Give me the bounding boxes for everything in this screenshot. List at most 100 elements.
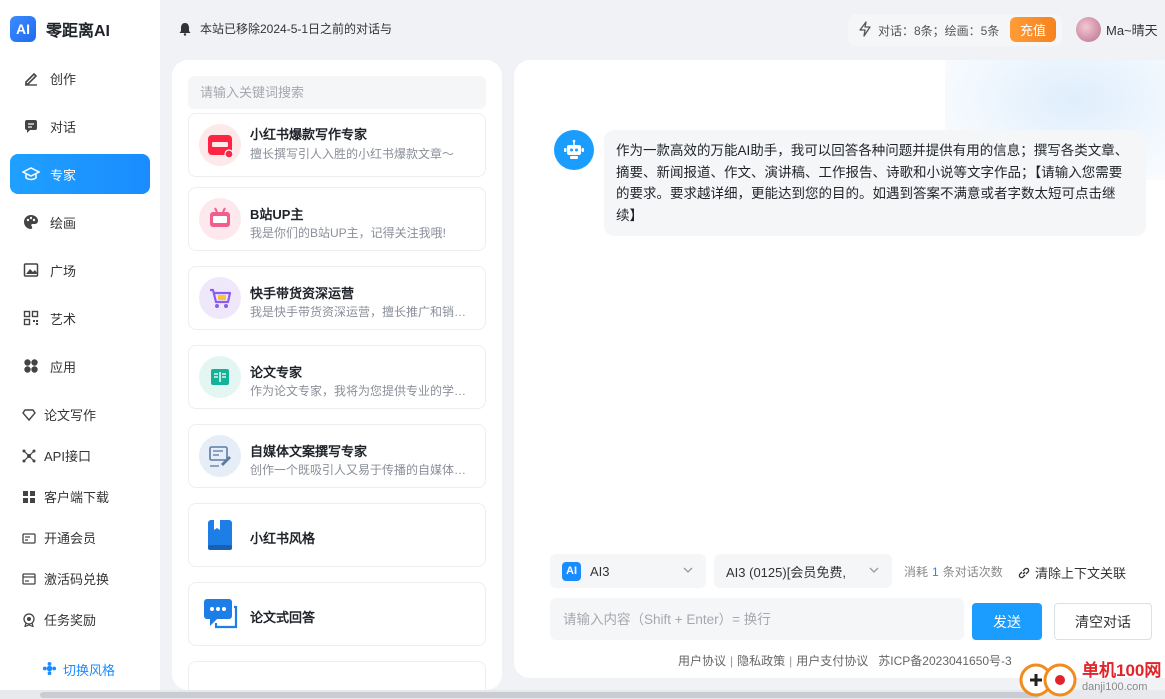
book-open-icon — [199, 356, 241, 398]
expert-title: 小红书风格 — [250, 531, 316, 546]
expert-desc: 我是快手带货资深运营，擅长推广和销售商品 — [250, 305, 475, 319]
usage-text: 对话：8条；绘画：5条 — [878, 23, 1000, 38]
expert-card[interactable] — [188, 661, 486, 690]
nav-label: 专家 — [50, 167, 77, 183]
apps-icon — [22, 357, 40, 375]
payment-agreement-link[interactable]: 用户支付协议 — [796, 654, 868, 668]
image-icon — [22, 261, 40, 279]
expert-card[interactable]: 论文专家 作为论文专家，我将为您提供专业的学术建议 — [188, 345, 486, 409]
nav-label: 客户端下载 — [44, 490, 110, 505]
diamond-icon — [22, 408, 36, 422]
recharge-button[interactable]: 充值 — [1010, 17, 1056, 42]
chevron-down-icon — [683, 567, 693, 573]
nav-item-apps[interactable]: 应用 — [10, 346, 150, 386]
shopping-cart-icon — [199, 277, 241, 319]
model-version-select[interactable]: AI3 (0125)[会员免费, — [714, 554, 892, 588]
nav-item-chat[interactable]: 对话 — [10, 106, 150, 146]
nav-label: 任务奖励 — [44, 613, 97, 628]
sidebar: AI 零距离AI 创作 对话 专家 绘画 广场 艺术 应用 论文写作 API接口… — [0, 0, 160, 690]
expert-card[interactable]: 小红书爆款写作专家 擅长撰写引人入胜的小红书爆款文章～ — [188, 113, 486, 177]
user-agreement-link[interactable]: 用户协议 — [678, 654, 726, 668]
model-name: AI3 — [590, 563, 610, 579]
expert-desc: 作为论文专家，我将为您提供专业的学术建议 — [250, 384, 475, 398]
chevron-down-icon — [869, 567, 879, 573]
expert-desc: 创作一个既吸引人又易于传播的自媒体文案 — [250, 463, 475, 477]
nav-item-client-download[interactable]: 客户端下载 — [10, 476, 150, 517]
model-select[interactable]: AI AI3 — [550, 554, 706, 588]
username: Ma~晴天 — [1106, 23, 1158, 38]
blue-book-icon — [199, 514, 241, 556]
consume-info: 消耗 1 条对话次数 — [904, 563, 1003, 580]
expert-desc: 擅长撰写引人入胜的小红书爆款文章～ — [250, 147, 455, 161]
app-name: 零距离AI — [46, 23, 111, 40]
nav-item-expert[interactable]: 专家 — [10, 154, 150, 194]
vip-card-icon — [22, 531, 36, 545]
watermark-logo-icon — [1018, 660, 1080, 698]
link-icon — [1018, 567, 1030, 578]
nav-item-paper-writing[interactable]: 论文写作 — [10, 394, 150, 435]
nav-item-create[interactable]: 创作 — [10, 58, 150, 98]
switch-style-button[interactable]: 切换风格 — [42, 660, 115, 679]
nav-label: API接口 — [44, 449, 91, 464]
main-nav: 创作 对话 专家 绘画 广场 艺术 应用 — [10, 58, 150, 394]
nav-label: 对话 — [50, 119, 77, 135]
palette-icon — [42, 661, 57, 679]
chat-input[interactable] — [550, 598, 964, 640]
qr-code-icon — [22, 309, 40, 327]
palette-icon — [22, 213, 40, 231]
clear-chat-button[interactable]: 清空对话 — [1054, 603, 1152, 640]
expert-title: 快手带货资深运营 — [250, 286, 355, 301]
consume-count: 1 — [932, 565, 939, 579]
bell-icon — [178, 22, 192, 36]
bilibili-icon — [199, 198, 241, 240]
nav-label: 开通会员 — [44, 531, 97, 546]
privacy-link[interactable]: 隐私政策 — [737, 654, 785, 668]
media-writing-icon — [199, 435, 241, 477]
ticket-icon — [22, 572, 36, 586]
nav-item-api[interactable]: API接口 — [10, 435, 150, 476]
expert-card[interactable]: B站UP主 我是你们的B站UP主，记得关注我哦! — [188, 187, 486, 251]
expert-panel: 小红书爆款写作专家 擅长撰写引人入胜的小红书爆款文章～ B站UP主 我是你们的B… — [172, 60, 502, 690]
nav-label: 激活码兑换 — [44, 572, 110, 587]
expert-title: 小红书爆款写作专家 — [250, 127, 368, 142]
grid-icon — [22, 490, 36, 504]
notice-bar: 本站已移除2024-5-1日之前的对话与 — [178, 20, 392, 37]
consume-prefix: 消耗 — [904, 565, 929, 579]
welcome-message: 作为一款高效的万能AI助手，我可以回答各种问题并提供有用的信息；撰写各类文章、摘… — [604, 130, 1146, 236]
expert-search-input[interactable] — [188, 76, 486, 109]
switch-style-label: 切换风格 — [63, 663, 116, 678]
logo[interactable]: AI 零距离AI — [10, 16, 110, 42]
expert-card[interactable]: 自媒体文案撰写专家 创作一个既吸引人又易于传播的自媒体文案 — [188, 424, 486, 488]
consume-suffix: 条对话次数 — [942, 565, 1003, 579]
clear-context-button[interactable]: 清除上下文关联 — [1017, 563, 1126, 582]
model-version: AI3 (0125)[会员免费, — [726, 564, 846, 580]
nav-item-square[interactable]: 广场 — [10, 250, 150, 290]
nav-item-activation-code[interactable]: 激活码兑换 — [10, 558, 150, 599]
nav-item-membership[interactable]: 开通会员 — [10, 517, 150, 558]
nav-item-draw[interactable]: 绘画 — [10, 202, 150, 242]
expert-card[interactable]: 小红书风格 — [188, 503, 486, 567]
robot-icon — [554, 130, 594, 170]
expert-card[interactable]: 论文式回答 — [188, 582, 486, 646]
lightning-icon — [858, 20, 872, 40]
expert-title: 论文专家 — [250, 365, 303, 380]
user-menu[interactable]: Ma~晴天 — [1076, 17, 1158, 42]
watermark-domain: danji100.com — [1082, 680, 1148, 693]
nav-item-task-reward[interactable]: 任务奖励 — [10, 599, 150, 640]
avatar — [1076, 17, 1101, 42]
nav-label: 绘画 — [50, 215, 77, 231]
expert-card[interactable]: 快手带货资深运营 我是快手带货资深运营，擅长推广和销售商品 — [188, 266, 486, 330]
scrollbar-thumb[interactable] — [40, 692, 1040, 698]
clear-context-label: 清除上下文关联 — [1035, 566, 1127, 581]
send-button[interactable]: 发送 — [972, 603, 1042, 640]
chat-icon — [22, 117, 40, 135]
message-bubbles-icon — [199, 593, 241, 635]
nav-label: 应用 — [50, 359, 77, 375]
xiaohongshu-icon — [199, 124, 241, 166]
watermark: 单机100网 danji100.com — [1018, 658, 1165, 699]
secondary-nav: 论文写作 API接口 客户端下载 开通会员 激活码兑换 任务奖励 — [10, 394, 150, 640]
watermark-site: 单机100网 — [1082, 660, 1162, 680]
footer: 用户协议 | 隐私政策 | 用户支付协议 苏ICP备2023041650号-3 — [678, 654, 1012, 668]
nav-item-art[interactable]: 艺术 — [10, 298, 150, 338]
icp-number: 苏ICP备2023041650号-3 — [878, 654, 1012, 668]
